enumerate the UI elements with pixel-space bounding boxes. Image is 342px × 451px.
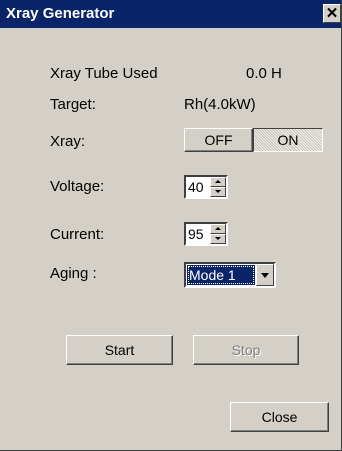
voltage-label: Voltage: — [50, 178, 105, 195]
current-value[interactable]: 95 — [188, 226, 204, 242]
target-value: Rh(4.0kW) — [184, 96, 256, 113]
aging-selected-value[interactable]: Mode 1 — [187, 265, 255, 285]
arrow-down-icon — [215, 237, 221, 240]
aging-label: Aging : — [50, 265, 97, 282]
current-label: Current: — [50, 226, 105, 243]
aging-dropdown-button[interactable] — [256, 264, 274, 286]
chevron-down-icon — [261, 273, 269, 278]
start-button[interactable]: Start — [66, 335, 173, 365]
current-increment-button[interactable] — [210, 224, 226, 234]
voltage-stepper[interactable]: 40 — [184, 175, 228, 199]
title-bar[interactable]: Xray Generator ✕ — [0, 0, 341, 28]
tube-used-value: 0.0 H — [246, 65, 282, 82]
voltage-decrement-button[interactable] — [210, 187, 226, 197]
target-label: Target: — [50, 96, 96, 113]
aging-select[interactable]: Mode 1 — [184, 262, 276, 288]
close-icon[interactable]: ✕ — [323, 4, 341, 23]
tube-used-label: Xray Tube Used — [50, 65, 158, 82]
arrow-down-icon — [215, 190, 221, 193]
arrow-up-icon — [215, 227, 221, 230]
current-stepper[interactable]: 95 — [184, 222, 228, 246]
window-title: Xray Generator — [6, 5, 115, 22]
xray-on-button[interactable]: ON — [253, 128, 323, 152]
voltage-value[interactable]: 40 — [188, 179, 204, 195]
stop-button[interactable]: Stop — [193, 335, 299, 365]
current-spin-buttons — [210, 224, 226, 244]
arrow-up-icon — [215, 180, 221, 183]
voltage-increment-button[interactable] — [210, 177, 226, 187]
close-button[interactable]: Close — [230, 402, 329, 432]
current-decrement-button[interactable] — [210, 234, 226, 244]
voltage-spin-buttons — [210, 177, 226, 197]
xray-generator-dialog: Xray Generator ✕ Xray Tube Used 0.0 H Ta… — [0, 0, 342, 451]
xray-label: Xray: — [50, 133, 86, 150]
xray-off-button[interactable]: OFF — [184, 128, 253, 152]
